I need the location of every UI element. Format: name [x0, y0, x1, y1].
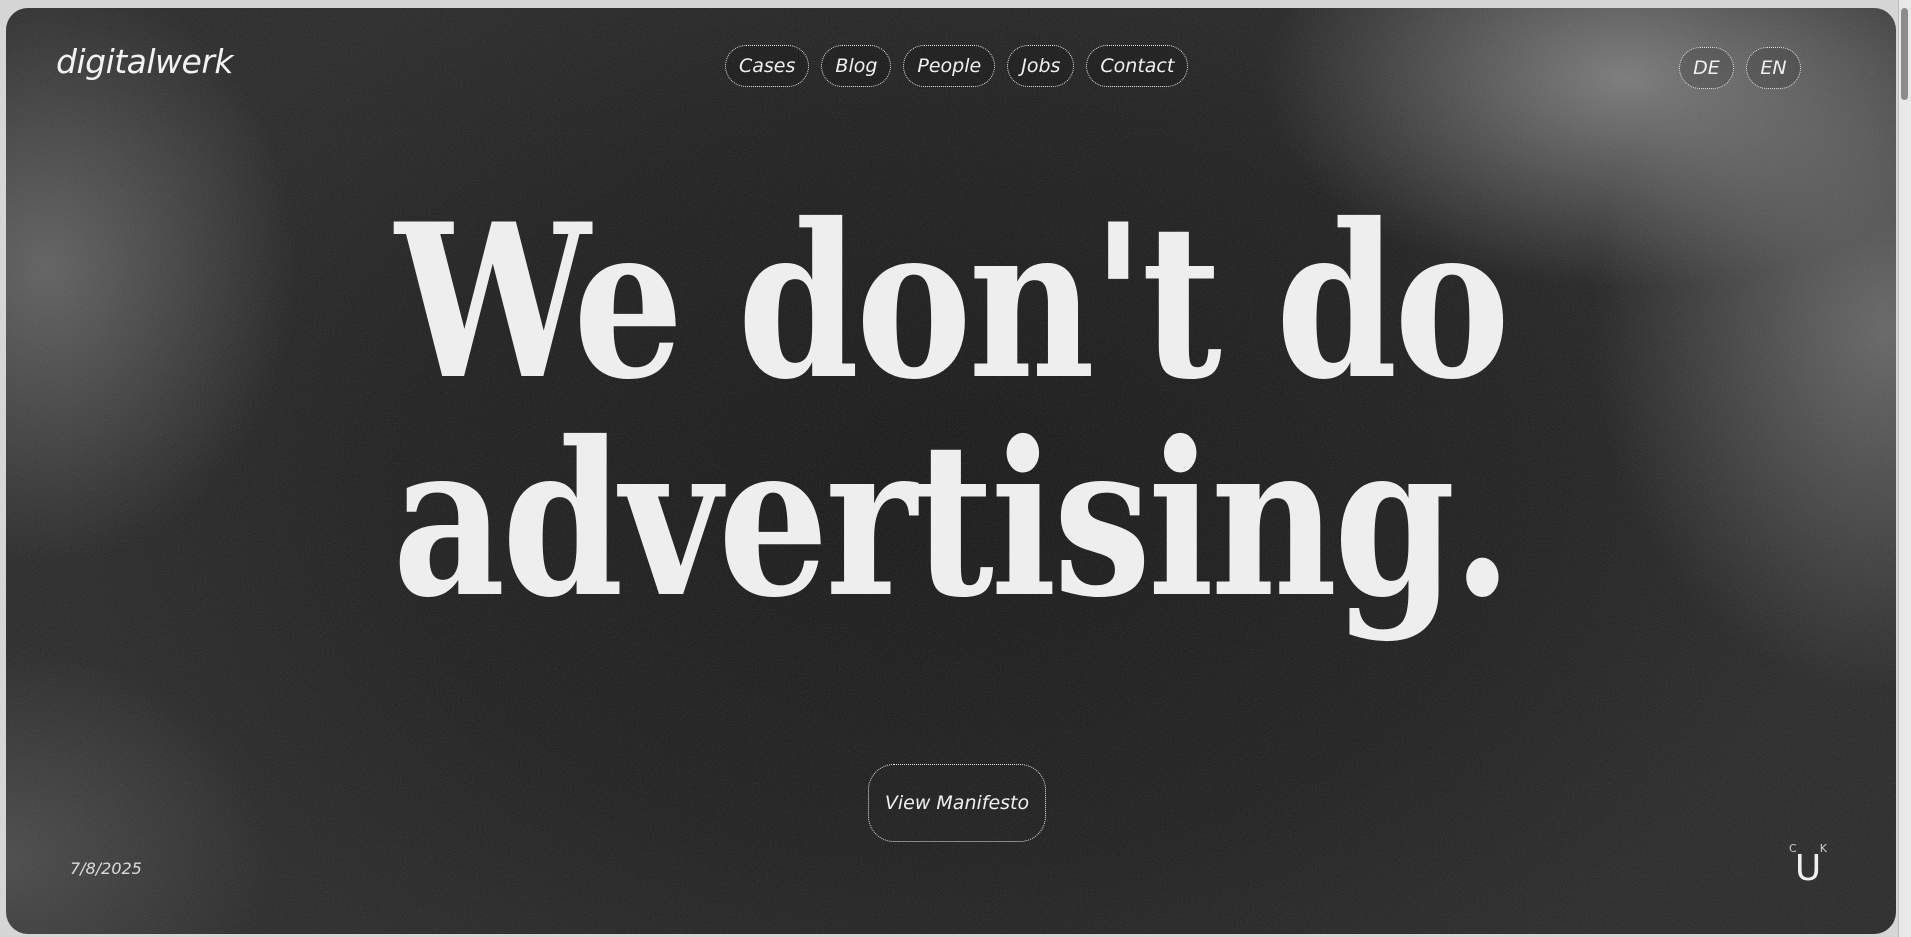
nav-item-jobs[interactable]: Jobs	[1007, 45, 1075, 87]
main-nav: Cases Blog People Jobs Contact	[725, 45, 1189, 87]
language-option-en[interactable]: EN	[1746, 47, 1801, 89]
brand-logo[interactable]: digitalwerk	[56, 42, 234, 81]
view-manifesto-button[interactable]: View Manifesto	[868, 764, 1046, 842]
nav-item-blog[interactable]: Blog	[821, 45, 892, 87]
nav-item-cases[interactable]: Cases	[725, 45, 810, 87]
language-switcher: DE EN	[1679, 47, 1801, 89]
scrollbar-thumb[interactable]	[1901, 8, 1908, 100]
browser-viewport: digitalwerk Cases Blog People Jobs Conta…	[0, 0, 1911, 937]
hero-headline-line-1: We don't do	[395, 177, 1510, 426]
page-scrollbar[interactable]	[1898, 0, 1911, 937]
language-option-de[interactable]: DE	[1679, 47, 1734, 89]
hero-headline-line-2: advertising.	[392, 395, 1513, 644]
nav-item-people[interactable]: People	[903, 45, 996, 87]
current-date: 7/8/2025	[70, 859, 142, 878]
badge-letter-main: U	[1794, 848, 1822, 889]
hero-headline: We don't do advertising.	[6, 193, 1896, 629]
cuk-badge-icon[interactable]: C K U	[1785, 842, 1831, 890]
nav-item-contact[interactable]: Contact	[1086, 45, 1189, 87]
hero-section: digitalwerk Cases Blog People Jobs Conta…	[6, 8, 1896, 934]
